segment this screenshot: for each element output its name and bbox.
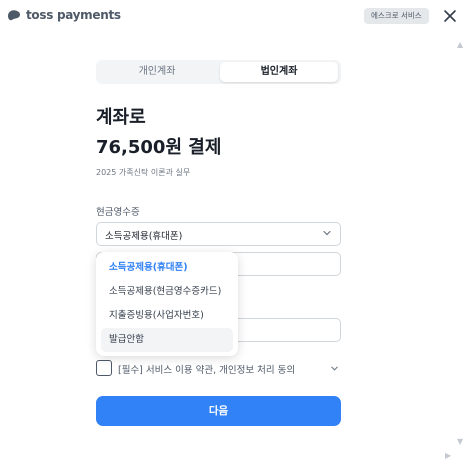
terms-consent-row[interactable]: [필수] 서비스 이용 약관, 개인정보 처리 동의: [96, 359, 341, 379]
tab-corporate-account[interactable]: 법인계좌: [220, 62, 338, 82]
cash-receipt-selected-value: 소득공제용(휴대폰): [105, 231, 183, 242]
terms-consent-text: [필수] 서비스 이용 약관, 개인정보 처리 동의: [118, 365, 296, 376]
brand-logo: toss payments: [6, 7, 121, 23]
dropdown-option-none[interactable]: 발급안함: [101, 328, 233, 352]
cash-receipt-dropdown: 소득공제용(휴대폰) 소득공제용(현금영수증카드) 지출증빙용(사업자번호) 발…: [96, 252, 238, 356]
scroll-up-icon[interactable]: ▲: [457, 40, 463, 49]
chevron-down-icon: [323, 230, 331, 236]
escrow-service-button[interactable]: 에스크로 서비스: [364, 8, 429, 24]
scroll-down-icon[interactable]: ▼: [457, 437, 463, 446]
account-type-tabs: 개인계좌 법인계좌: [96, 60, 341, 84]
product-name: 2025 가족신탁 이론과 실무: [96, 168, 191, 177]
cash-receipt-label: 현금영수증: [96, 207, 140, 218]
dropdown-option-income-phone[interactable]: 소득공제용(휴대폰): [101, 256, 233, 280]
terms-checkbox[interactable]: [96, 360, 112, 376]
close-icon[interactable]: [440, 6, 460, 26]
scroll-right-icon[interactable]: ▶: [445, 451, 451, 460]
dropdown-option-income-card[interactable]: 소득공제용(현금영수증카드): [101, 280, 233, 304]
next-button[interactable]: 다음: [96, 396, 341, 426]
brand-name: toss payments: [26, 8, 121, 22]
toss-logo-icon: [8, 10, 21, 21]
chevron-down-icon[interactable]: [330, 364, 339, 373]
payment-amount-title: 76,500원 결제: [96, 137, 222, 158]
dropdown-option-expense-business[interactable]: 지출증빙용(사업자번호): [101, 304, 233, 328]
cash-receipt-select[interactable]: 소득공제용(휴대폰): [96, 222, 341, 246]
payment-method-title: 계좌로: [96, 107, 146, 128]
tab-personal-account[interactable]: 개인계좌: [98, 62, 216, 82]
